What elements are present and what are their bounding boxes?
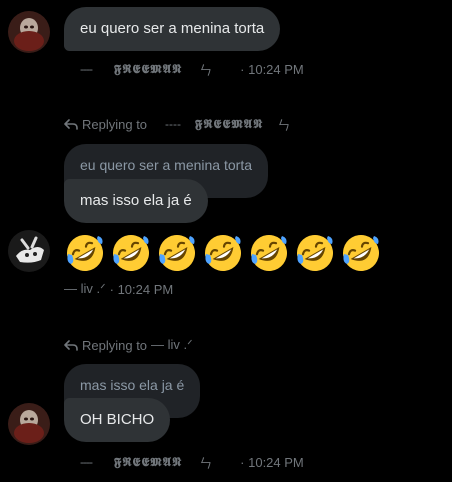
avatar-liv[interactable]	[8, 230, 50, 272]
rolling-on-floor-laughing-icon	[156, 232, 198, 274]
rolling-on-floor-laughing-icon	[202, 232, 244, 274]
message-meta: ---- 𝕱𝕽𝕰𝕰𝕸𝕬𝕹 ㄣ · 10:24 PM	[80, 452, 304, 472]
username-suffix: ㄣ	[277, 117, 291, 133]
timestamp: · 10:24 PM	[240, 61, 304, 77]
message-bubble[interactable]: mas isso ela ja é	[64, 179, 208, 223]
reply-arrow-icon	[64, 119, 78, 130]
replying-to-line: Replying to — liv .ᐟ	[64, 336, 193, 354]
avatar-freeman-bottom[interactable]	[8, 403, 50, 445]
rolling-on-floor-laughing-icon	[248, 232, 290, 274]
username-link[interactable]: 𝕱𝕽𝕰𝕰𝕸𝕬𝕹	[114, 62, 182, 77]
username-prefix: ----	[80, 62, 93, 76]
reply-arrow-icon	[64, 340, 78, 351]
avatar-freeman-top[interactable]	[8, 11, 50, 53]
username-suffix: ㄣ	[199, 62, 213, 78]
username-prefix: ----	[165, 117, 182, 131]
rolling-on-floor-laughing-icon	[64, 232, 106, 274]
emoji-row[interactable]	[64, 232, 382, 274]
username-prefix: ----	[80, 455, 93, 469]
replying-to-line: Replying to ---- 𝕱𝕽𝕰𝕰𝕸𝕬𝕹 ㄣ	[64, 115, 290, 133]
username-suffix: ㄣ	[199, 455, 213, 471]
rolling-on-floor-laughing-icon	[294, 232, 336, 274]
timestamp: · 10:24 PM	[109, 281, 174, 297]
message-meta: ---- 𝕱𝕽𝕰𝕰𝕸𝕬𝕹 ㄣ · 10:24 PM	[80, 59, 304, 79]
message-bubble[interactable]: eu quero ser a menina torta	[64, 7, 281, 51]
rolling-on-floor-laughing-icon	[340, 232, 382, 274]
message-bubble[interactable]: OH BICHO	[64, 398, 171, 442]
message-meta: — liv .ᐟ · 10:24 PM	[64, 279, 173, 299]
reply-target-username[interactable]: — liv .ᐟ	[151, 337, 193, 353]
replying-to-label: Replying to	[82, 337, 148, 353]
replying-to-label: Replying to	[82, 116, 148, 132]
timestamp: · 10:24 PM	[240, 454, 304, 470]
rolling-on-floor-laughing-icon	[110, 232, 152, 274]
reply-target-username[interactable]: 𝕱𝕽𝕰𝕰𝕸𝕬𝕹	[195, 117, 263, 132]
author-name[interactable]: — liv .ᐟ	[64, 281, 106, 297]
username-link[interactable]: 𝕱𝕽𝕰𝕰𝕸𝕬𝕹	[114, 455, 182, 470]
